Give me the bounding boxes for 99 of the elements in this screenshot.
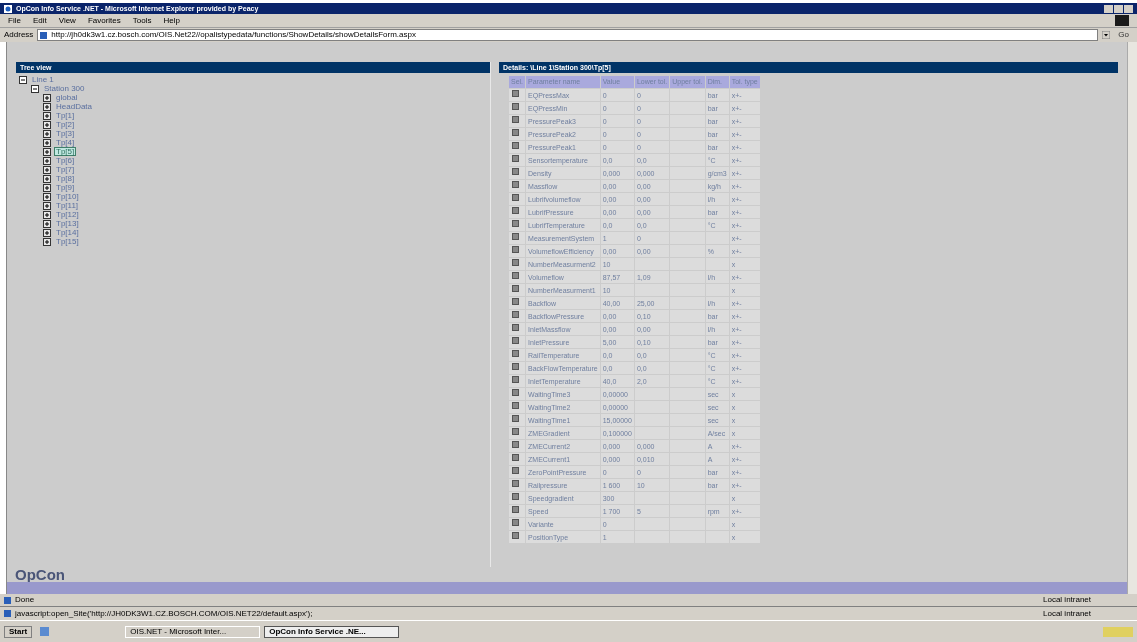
collapse-icon[interactable] — [31, 84, 39, 93]
checkbox[interactable] — [512, 128, 519, 136]
tree-item[interactable]: Tp[9] — [54, 183, 77, 192]
checkbox[interactable] — [512, 232, 519, 240]
checkbox[interactable] — [512, 531, 519, 539]
checkbox[interactable] — [512, 310, 519, 318]
status-text: javascript:open_Site('http://JH0DK3W1.CZ.BOSCH.COM/OIS.NET22/default.aspx'); — [15, 609, 314, 618]
expand-icon[interactable] — [43, 237, 51, 246]
zone-text: Local intranet — [1043, 596, 1093, 604]
checkbox[interactable] — [512, 492, 519, 500]
expand-icon[interactable] — [43, 183, 51, 192]
checkbox[interactable] — [512, 427, 519, 435]
checkbox[interactable] — [512, 102, 519, 110]
expand-icon[interactable] — [43, 192, 51, 201]
scrollbar[interactable] — [1127, 42, 1137, 594]
checkbox[interactable] — [512, 193, 519, 201]
expand-icon[interactable] — [43, 111, 51, 120]
expand-icon[interactable] — [43, 102, 51, 111]
checkbox[interactable] — [512, 349, 519, 357]
checkbox[interactable] — [512, 89, 519, 97]
checkbox[interactable] — [512, 323, 519, 331]
checkbox[interactable] — [512, 115, 519, 123]
tree-item[interactable]: Tp[13] — [54, 219, 81, 228]
menu-item[interactable]: Help — [163, 16, 180, 25]
checkbox[interactable] — [512, 180, 519, 188]
tree-item[interactable]: Tp[14] — [54, 228, 81, 237]
checkbox[interactable] — [512, 167, 519, 175]
taskbar-button[interactable]: OpCon Info Service .NE... — [264, 625, 400, 638]
checkbox[interactable] — [512, 271, 519, 279]
checkbox[interactable] — [512, 401, 519, 409]
checkbox[interactable] — [512, 284, 519, 292]
minimize-button[interactable] — [1104, 4, 1113, 13]
tree-item[interactable]: Tp[3] — [54, 129, 77, 138]
tree-item[interactable]: Tp[2] — [54, 120, 77, 129]
address-label: Address — [4, 31, 34, 39]
checkbox[interactable] — [512, 141, 519, 149]
maximize-button[interactable] — [1114, 4, 1123, 13]
checkbox[interactable] — [512, 258, 519, 266]
collapse-icon[interactable] — [19, 75, 27, 84]
tree-item[interactable]: Tp[7] — [54, 165, 77, 174]
go-button[interactable]: Go — [1114, 31, 1133, 39]
checkbox[interactable] — [512, 336, 519, 344]
checkbox[interactable] — [512, 206, 519, 214]
checkbox[interactable] — [512, 453, 519, 461]
start-button[interactable]: Start — [4, 625, 33, 638]
expand-icon[interactable] — [43, 156, 51, 165]
tree-item[interactable]: Tp[4] — [54, 138, 77, 147]
checkbox[interactable] — [512, 414, 519, 422]
checkbox[interactable] — [512, 154, 519, 162]
tree-item[interactable]: Tp[6] — [54, 156, 77, 165]
tree-item[interactable]: Tp[11] — [54, 201, 81, 210]
menu-item[interactable]: Favorites — [87, 16, 121, 25]
expand-icon[interactable] — [43, 174, 51, 183]
expand-icon[interactable] — [43, 228, 51, 237]
windows-logo-icon — [1115, 15, 1129, 26]
taskbar-button[interactable]: OIS.NET - Microsoft Inter... — [125, 625, 261, 638]
checkbox[interactable] — [512, 505, 519, 513]
tree-item[interactable]: Tp[12] — [54, 210, 81, 219]
tree-item[interactable]: Tp[5] — [54, 147, 77, 156]
footer-logo: OpCon — [15, 567, 65, 582]
tree-item[interactable]: Line 1 — [30, 75, 56, 84]
tree-item[interactable]: global — [54, 93, 80, 102]
expand-icon[interactable] — [43, 120, 51, 129]
expand-icon[interactable] — [43, 138, 51, 147]
tree-item[interactable]: Tp[8] — [54, 174, 77, 183]
tree-item[interactable]: Tp[10] — [54, 192, 81, 201]
menu-item[interactable]: View — [58, 16, 76, 25]
close-button[interactable] — [1124, 4, 1133, 13]
checkbox[interactable] — [512, 388, 519, 396]
dropdown-arrow-icon[interactable] — [1102, 31, 1111, 39]
expand-icon[interactable] — [43, 147, 51, 156]
checkbox[interactable] — [512, 479, 519, 487]
expand-icon[interactable] — [43, 210, 51, 219]
checkbox[interactable] — [512, 219, 519, 227]
expand-icon[interactable] — [43, 129, 51, 138]
checkbox[interactable] — [512, 466, 519, 474]
tree-item[interactable]: Station 300 — [42, 84, 87, 93]
tree-item[interactable]: HeadData — [54, 102, 95, 111]
system-tray — [1103, 626, 1133, 637]
menu-item[interactable]: Edit — [32, 16, 47, 25]
checkbox[interactable] — [512, 440, 519, 448]
browser-icon — [4, 4, 12, 13]
expand-icon[interactable] — [43, 219, 51, 228]
expand-icon[interactable] — [43, 93, 51, 102]
expand-icon[interactable] — [43, 201, 51, 210]
zone-text: Local intranet — [1043, 609, 1093, 618]
checkbox[interactable] — [512, 375, 519, 383]
checkbox[interactable] — [512, 518, 519, 526]
checkbox[interactable] — [512, 245, 519, 253]
checkbox[interactable] — [512, 297, 519, 305]
tree-item[interactable]: Tp[1] — [54, 111, 77, 120]
page-icon — [40, 31, 48, 39]
address-field[interactable]: http://jh0dk3w1.cz.bosch.com/OIS.Net22//opalistypedata/functions/ShowDetails/showDetailsForm.aspx — [37, 29, 1099, 41]
tree-item[interactable]: Tp[15] — [54, 237, 81, 246]
expand-icon[interactable] — [43, 165, 51, 174]
menu-item[interactable]: Tools — [132, 16, 152, 25]
menu-item[interactable]: File — [8, 16, 21, 25]
checkbox[interactable] — [512, 362, 519, 370]
status-text: Done — [15, 596, 36, 604]
